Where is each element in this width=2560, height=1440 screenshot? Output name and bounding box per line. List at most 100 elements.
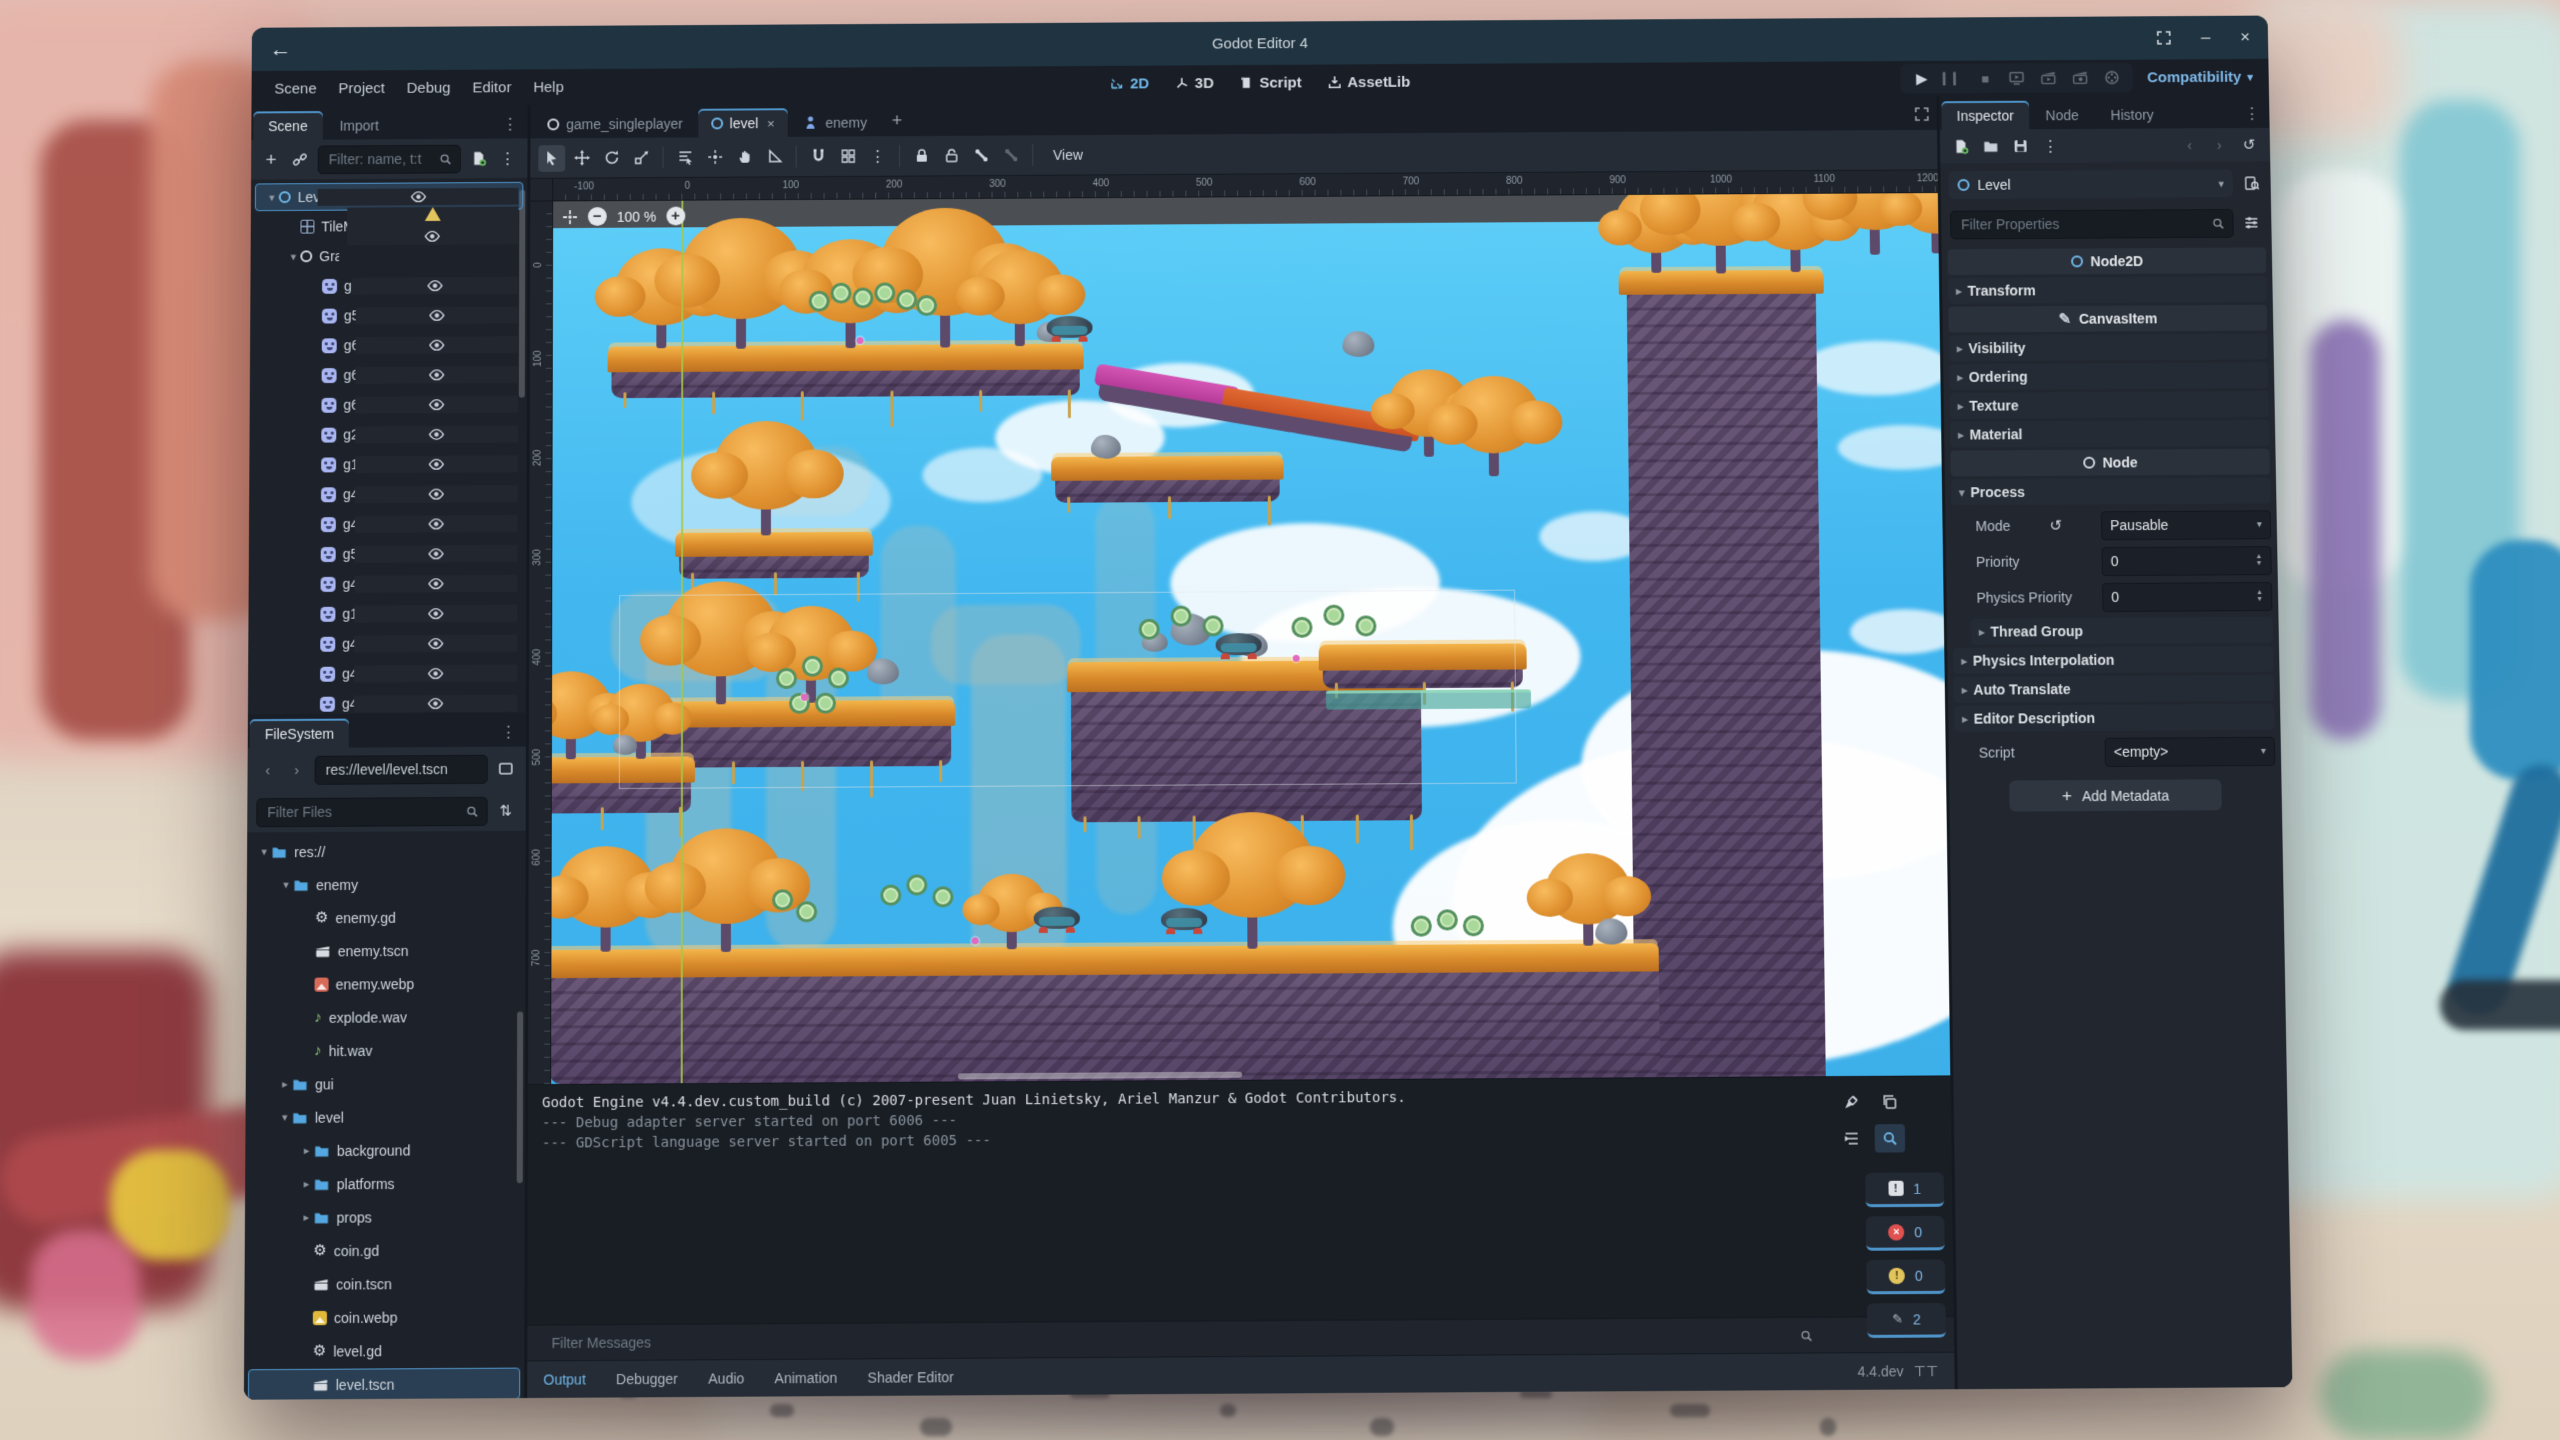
update-spinner-icon[interactable]: ⊤⊤ (1914, 1363, 1939, 1380)
scene-node-g23[interactable]: g23 (249, 419, 526, 450)
scene-node-g12[interactable]: g12 (248, 598, 526, 630)
filesystem-menu-icon[interactable]: ⋮ (493, 723, 524, 747)
clear-output-icon[interactable] (1836, 1088, 1867, 1116)
zoom-in-button[interactable]: + (666, 207, 685, 226)
visibility-eye-icon[interactable] (427, 635, 444, 652)
zoom-out-button[interactable]: − (588, 207, 607, 226)
visibility-eye-icon[interactable] (428, 455, 445, 472)
expand-arrow-icon[interactable]: ▸ (299, 1211, 313, 1224)
minimize-button[interactable]: – (2201, 28, 2211, 48)
play-button[interactable]: ▶ (1907, 66, 1937, 92)
inspector-tab-inspector[interactable]: Inspector (1941, 101, 2028, 130)
file-coin.webp[interactable]: coin.webp (244, 1300, 524, 1335)
split-view-icon[interactable] (495, 757, 517, 781)
scene-node-g43[interactable]: g43 (248, 688, 526, 715)
file-coin.tscn[interactable]: coin.tscn (244, 1266, 524, 1301)
pause-button[interactable]: ▎▎ (1938, 66, 1968, 92)
property-tools-icon[interactable] (2240, 211, 2262, 235)
expand-viewport-icon[interactable] (1911, 102, 1933, 126)
scale-tool-icon[interactable] (628, 144, 655, 171)
menu-debug[interactable]: Debug (396, 75, 462, 100)
snap-options-tool-icon[interactable]: ⋮ (864, 143, 891, 170)
load-resource-icon[interactable] (1980, 134, 2002, 158)
expand-arrow-icon[interactable]: ▾ (265, 191, 279, 204)
workspace-2d[interactable]: 2D (1102, 72, 1157, 95)
file-enemy.tscn[interactable]: enemy.tscn (246, 933, 525, 968)
scene-node-g63[interactable]: g63 (250, 329, 527, 360)
scene-node-g55[interactable]: g55 (249, 538, 527, 570)
badge-warnings[interactable]: !0 (1866, 1259, 1945, 1294)
expand-arrow-icon[interactable]: ▾ (278, 1111, 292, 1124)
visibility-eye-icon[interactable] (428, 336, 445, 353)
visibility-eye-icon[interactable] (427, 695, 444, 712)
file-explode.wav[interactable]: ♪explode.wav (246, 999, 525, 1034)
node-selector[interactable]: Level ▾ (1948, 170, 2233, 199)
grid-snap-tool-icon[interactable] (834, 143, 861, 170)
visibility-eye-icon[interactable] (427, 515, 444, 532)
workspace-assetlib[interactable]: AssetLib (1319, 70, 1418, 93)
bone-tool-icon[interactable] (968, 142, 995, 169)
filter-messages-input[interactable] (541, 1322, 1821, 1357)
file-coin.gd[interactable]: ⚙coin.gd (245, 1233, 525, 1268)
filter-properties-input[interactable] (1950, 209, 2234, 239)
property-group-material[interactable]: ▸Material (1950, 420, 2269, 448)
copy-output-icon[interactable] (1874, 1088, 1905, 1116)
level-canvas[interactable]: − 100 % + (550, 192, 1950, 1084)
scene-tab-game_singleplayer[interactable]: game_singleplayer (534, 109, 695, 139)
smart-snap-tool-icon[interactable] (805, 143, 832, 170)
visibility-eye-icon[interactable] (427, 485, 444, 502)
property-group-visibility[interactable]: ▸Visibility (1949, 334, 2268, 362)
bone-disabled-tool-icon[interactable] (997, 142, 1024, 169)
file-level.gd[interactable]: ⚙level.gd (244, 1333, 524, 1368)
list-select-tool-icon[interactable] (671, 144, 698, 171)
attach-script-icon[interactable] (468, 147, 490, 171)
center-view-icon[interactable] (562, 209, 578, 225)
visibility-eye-icon[interactable] (410, 188, 427, 205)
inspector-menu-icon[interactable]: ⋮ (2236, 104, 2267, 128)
tab-import[interactable]: Import (325, 111, 394, 140)
visibility-eye-icon[interactable] (428, 425, 445, 442)
move-tool-icon[interactable] (568, 144, 595, 171)
scene-node-g41[interactable]: g41 (249, 478, 526, 510)
expand-arrow-icon[interactable]: ▾ (286, 250, 300, 263)
bottom-tab-audio[interactable]: Audio (708, 1370, 744, 1386)
pivot-tool-icon[interactable] (701, 144, 728, 171)
inspector-tab-history[interactable]: History (2095, 100, 2169, 129)
open-docs-icon[interactable] (2241, 171, 2263, 195)
scene-node-g58[interactable]: g58 (250, 300, 527, 331)
file-platforms[interactable]: ▸platforms (245, 1166, 525, 1201)
badge-edits[interactable]: ✎2 (1867, 1303, 1946, 1338)
add-node-button[interactable]: + (260, 148, 282, 172)
bottom-tab-debugger[interactable]: Debugger (616, 1371, 678, 1388)
property-value[interactable]: 0▲▼ (2102, 582, 2272, 612)
stop-button[interactable]: ■ (1970, 65, 2000, 91)
scene-node-g13[interactable]: g13 (249, 448, 526, 480)
file-enemy.webp[interactable]: enemy.webp (246, 966, 525, 1001)
remote-debug-button[interactable] (2002, 65, 2032, 91)
scene-node-g48[interactable]: g48 (249, 508, 527, 540)
save-resource-icon[interactable] (2009, 134, 2031, 158)
scene-node-g60[interactable]: g60 (250, 389, 527, 420)
tab-scene[interactable]: Scene (253, 111, 322, 140)
stepper-icon[interactable]: ▲▼ (2255, 553, 2262, 567)
back-button[interactable]: ← (270, 38, 292, 60)
property-group-transform[interactable]: ▸Transform (1948, 276, 2267, 304)
scene-node-g40[interactable]: g40 (248, 628, 526, 660)
workspace-3d[interactable]: 3D (1167, 72, 1222, 95)
scene-tab-level[interactable]: level× (698, 108, 788, 137)
zoom-level[interactable]: 100 % (617, 208, 656, 224)
unlock-tool-icon[interactable] (938, 142, 965, 169)
scene-tab-enemy[interactable]: enemy (790, 108, 880, 137)
close-tab-icon[interactable]: × (767, 116, 775, 131)
visibility-eye-icon[interactable] (426, 277, 443, 294)
scene-node-g44[interactable]: g44 (249, 568, 527, 600)
filesystem-filter-input[interactable] (256, 796, 487, 826)
visibility-eye-icon[interactable] (427, 545, 444, 562)
history-prev-icon[interactable]: ‹ (2178, 133, 2200, 157)
bottom-tab-animation[interactable]: Animation (775, 1370, 838, 1387)
visibility-eye-icon[interactable] (427, 605, 444, 622)
badge-messages[interactable]: !1 (1865, 1172, 1944, 1207)
file-enemy.gd[interactable]: ⚙enemy.gd (247, 900, 526, 935)
collapse-messages-icon[interactable] (1836, 1124, 1867, 1152)
scene-tree-menu-icon[interactable]: ⋮ (497, 146, 519, 170)
